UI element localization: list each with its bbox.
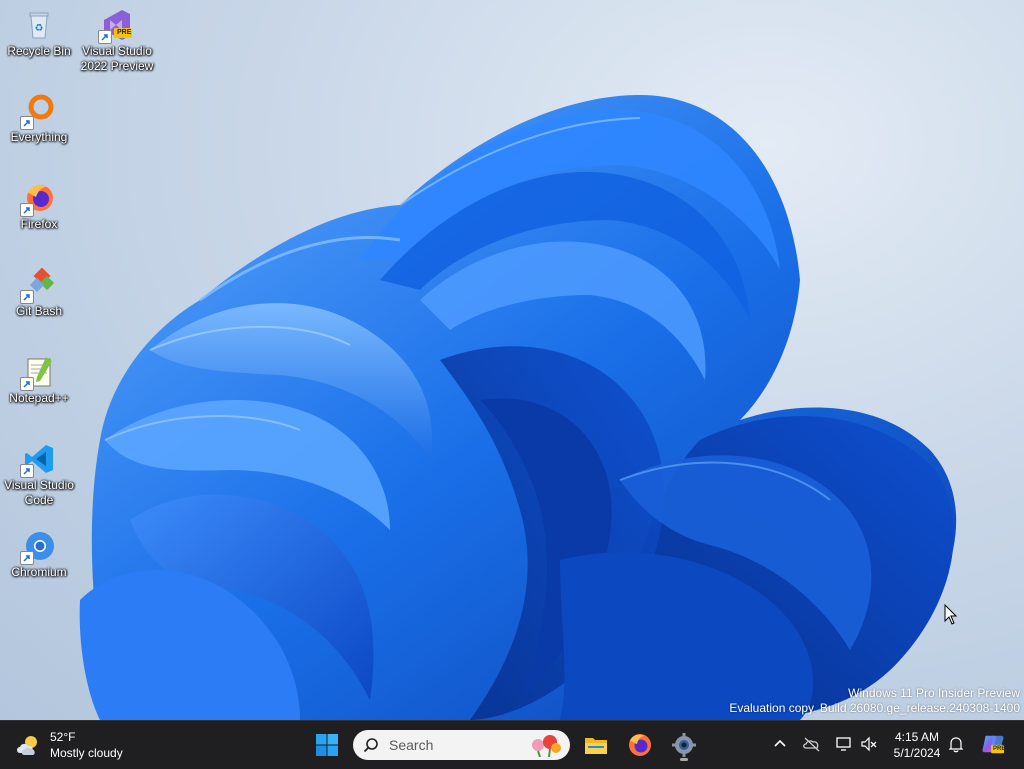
running-indicator <box>680 758 688 761</box>
desktop-icon-chromium[interactable]: Chromium <box>1 529 77 580</box>
firefox-icon <box>629 734 651 756</box>
shortcut-arrow-icon <box>20 290 34 304</box>
desktop-icon-label: Recycle Bin <box>7 44 71 58</box>
preview-badge: PRE <box>117 29 132 36</box>
start-button[interactable] <box>309 727 345 763</box>
shortcut-arrow-icon <box>20 116 34 130</box>
chevron-up-icon <box>774 739 786 747</box>
desktop-icon-everything[interactable]: Everything <box>1 94 77 145</box>
desktop-icon-firefox[interactable]: Firefox <box>1 181 77 232</box>
desktop-icon-label: Firefox <box>20 217 58 231</box>
notepad-plus-plus-icon <box>20 355 56 391</box>
clock-date: 5/1/2024 <box>893 746 941 760</box>
desktop-icon-label: Notepad++ <box>9 391 69 405</box>
clock-time: 4:15 AM <box>894 730 940 744</box>
firefox-icon <box>20 181 56 217</box>
weather-widget[interactable]: 52°F Mostly cloudy <box>14 727 123 763</box>
desktop-icon-label: Visual Studio 2022 Preview <box>80 44 154 73</box>
search-placeholder: Search <box>389 737 434 753</box>
taskbar-firefox[interactable] <box>622 727 658 763</box>
shortcut-arrow-icon <box>20 464 34 478</box>
weather-condition: Mostly cloudy <box>50 746 123 760</box>
desktop-icon-notepad-plus-plus[interactable]: Notepad++ <box>1 355 77 406</box>
volume-muted-icon <box>861 736 877 752</box>
desktop-icon-label: Visual Studio Code <box>4 478 74 507</box>
shortcut-arrow-icon <box>20 377 34 391</box>
bell-icon <box>948 737 964 753</box>
taskbar-file-explorer[interactable] <box>578 727 614 763</box>
taskbar-clock[interactable]: 4:15 AM 5/1/2024 <box>886 729 948 761</box>
copilot-button[interactable]: PRE <box>980 731 1006 757</box>
watermark-edition: Windows 11 Pro Insider Preview <box>848 686 1020 700</box>
search-highlight-flowers-icon <box>532 735 561 757</box>
chromium-icon <box>20 529 56 565</box>
desktop-icon-label: Git Bash <box>15 304 63 318</box>
cloudy-weather-icon <box>17 736 37 755</box>
show-hidden-icons-button[interactable] <box>769 733 791 755</box>
desktop-icon-git-bash[interactable]: Git Bash <box>1 268 77 319</box>
windows-start-icon <box>316 734 338 756</box>
tray-volume[interactable] <box>858 733 880 755</box>
copilot-preview-badge: PRE <box>993 746 1006 752</box>
evaluation-watermark: Windows 11 Pro Insider Preview Evaluatio… <box>729 686 1020 716</box>
gear-icon <box>672 733 696 757</box>
recycle-bin-icon: ♻ <box>22 8 56 42</box>
visual-studio-preview-icon: PRE <box>98 8 134 44</box>
desktop-icon-recycle-bin[interactable]: ♻ Recycle Bin <box>1 8 77 59</box>
shortcut-arrow-icon <box>98 30 112 44</box>
taskbar-settings[interactable] <box>666 727 702 763</box>
bloom-wallpaper <box>79 95 957 720</box>
folder-icon <box>585 738 607 754</box>
desktop[interactable]: ♻ Recycle Bin PRE Visual Studio 2022 Pre… <box>0 0 1024 720</box>
copilot-icon <box>982 735 1005 754</box>
git-bash-icon <box>20 268 56 304</box>
desktop-icon-label: Chromium <box>11 565 67 579</box>
mouse-cursor-icon <box>944 604 958 625</box>
desktop-icon-vscode[interactable]: Visual Studio Code <box>1 442 77 508</box>
shortcut-arrow-icon <box>20 551 34 565</box>
everything-icon <box>20 94 56 130</box>
onedrive-icon <box>803 737 820 752</box>
taskbar: 52°F Mostly cloudy Search 4:15 AM 5/1/20… <box>0 720 1024 769</box>
tray-network[interactable] <box>833 733 855 755</box>
desktop-icon-visual-studio-preview[interactable]: PRE Visual Studio 2022 Preview <box>79 8 155 74</box>
search-icon <box>363 738 378 753</box>
svg-text:♻: ♻ <box>35 23 44 34</box>
shortcut-arrow-icon <box>20 203 34 217</box>
watermark-build: Evaluation copy. Build 26080.ge_release.… <box>729 701 1020 715</box>
desktop-icon-label: Everything <box>10 130 68 144</box>
weather-temperature: 52°F <box>50 730 76 744</box>
taskbar-search-box[interactable]: Search <box>353 730 570 760</box>
notifications-button[interactable] <box>945 733 967 755</box>
tray-onedrive[interactable] <box>801 733 823 755</box>
vscode-icon <box>20 442 56 478</box>
network-icon <box>836 737 851 751</box>
